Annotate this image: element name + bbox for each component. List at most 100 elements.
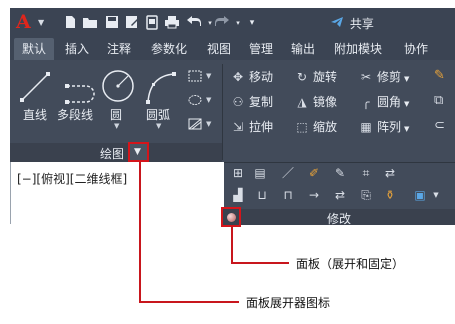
lengthen-icon[interactable]: ／ [280, 165, 296, 181]
callout-line-pin-vertical [231, 227, 233, 263]
tab-collaborate[interactable]: 协作 [396, 38, 436, 60]
match-properties-icon[interactable]: ▤ [252, 165, 268, 181]
boundary-icon[interactable] [188, 118, 202, 130]
draw-panel-title: 绘图 [100, 147, 125, 161]
array-chevron-icon[interactable]: ▼ [404, 125, 409, 133]
print-icon[interactable] [164, 15, 180, 31]
align-icon[interactable]: ⎘ [358, 187, 374, 203]
draw-order-icon[interactable]: ▣ [412, 187, 428, 203]
array-tool[interactable]: ▦ 阵列 ▼ [358, 118, 409, 136]
tab-view[interactable]: 视图 [202, 38, 236, 60]
open-folder-icon[interactable] [82, 15, 98, 31]
new-file-icon[interactable] [62, 15, 78, 31]
mirror-label: 镜像 [313, 95, 338, 109]
offset-icon[interactable]: ⊂ [434, 118, 445, 133]
trim-chevron-icon[interactable]: ▼ [404, 75, 409, 83]
trim-tool[interactable]: ✂ 修剪 ▼ [358, 68, 409, 86]
send-icon [330, 17, 348, 31]
stretch-tool[interactable]: ⇲ 拉伸 [230, 118, 273, 136]
break-at-point-icon[interactable]: ⊓ [280, 187, 296, 203]
expanded-row-2: ▟ ⊔ ⊓ → ⇄ ⎘ ⚱ ▣ ▼ [224, 187, 455, 209]
modify-panel-title: 修改 [327, 212, 352, 226]
tab-parametric[interactable]: 参数化 [144, 38, 194, 60]
circle-label[interactable]: 圆 [110, 106, 122, 123]
boundary-chevron-icon[interactable]: ▼ [206, 120, 211, 128]
line-label[interactable]: 直线 [23, 106, 47, 123]
share-button[interactable]: 共享 [330, 15, 374, 32]
draw-order-chevron-icon[interactable]: ▼ [428, 187, 444, 203]
array-icon: ▦ [360, 120, 372, 134]
polyline-label[interactable]: 多段线 [57, 106, 93, 123]
mirror-icon: ◮ [297, 95, 307, 109]
reverse-icon[interactable]: → [306, 187, 322, 203]
pin-icon [227, 213, 236, 222]
edit-polyline-icon[interactable]: ⊞ [230, 165, 246, 181]
callout-expander-label: 面板展开器图标 [246, 296, 331, 310]
fillet-chevron-icon[interactable]: ▼ [404, 100, 409, 108]
rectangle-icon[interactable] [188, 70, 202, 82]
arc-chevron-icon[interactable]: ▼ [156, 122, 161, 130]
undo-icon[interactable] [186, 15, 202, 31]
callout-pin-label: 面板（展开和固定） [296, 257, 405, 271]
join-icon[interactable]: ▟ [230, 187, 246, 203]
blend-curves-icon[interactable]: ⇄ [382, 165, 398, 181]
callout-line-expander-vertical [139, 162, 141, 302]
hatch-chevron-icon[interactable]: ▼ [206, 96, 211, 104]
expanded-row-1: ⊞ ▤ ／ ✐ ✎ ⌗ ⇄ [224, 165, 455, 187]
tab-default[interactable]: 默认 [14, 38, 54, 60]
tab-output[interactable]: 输出 [286, 38, 320, 60]
viewport-controls[interactable]: [−][俯视][二维线框] [17, 170, 127, 187]
clean-icon[interactable]: ⚱ [382, 187, 398, 203]
move-icon: ✥ [232, 70, 244, 84]
circle-chevron-icon[interactable]: ▼ [114, 122, 119, 130]
stretch-label: 拉伸 [249, 120, 274, 134]
overkill-icon[interactable]: ⇄ [332, 187, 348, 203]
trim-icon: ✂ [360, 70, 372, 84]
expand-chevron-icon: ▼ [134, 147, 141, 157]
explode-icon[interactable]: ⧉ [434, 93, 443, 108]
tab-insert[interactable]: 插入 [60, 38, 94, 60]
fillet-tool[interactable]: ╭ 圆角 ▼ [358, 93, 409, 111]
tab-annotate[interactable]: 注释 [102, 38, 136, 60]
drawing-canvas[interactable]: [−][俯视][二维线框] [10, 162, 225, 224]
trim-label: 修剪 [377, 70, 402, 84]
chamfer-icon[interactable]: ⌗ [358, 165, 374, 181]
save-as-icon[interactable] [124, 15, 140, 31]
copy-tool[interactable]: ⚇ 复制 [230, 93, 273, 111]
web-mobile-icon[interactable] [144, 15, 160, 31]
edit-hatch-icon[interactable]: ✎ [332, 165, 348, 181]
scale-label: 缩放 [313, 120, 338, 134]
edit-spline-icon[interactable]: ✐ [306, 165, 322, 181]
share-label: 共享 [349, 17, 374, 31]
draw-panel: 直线 多段线 圆 ▼ 圆弧 ▼ ▼ ▼ ▼ 绘图 [10, 60, 222, 162]
tab-addins[interactable]: 附加模块 [328, 38, 388, 60]
rotate-tool[interactable]: ↻ 旋转 [294, 68, 337, 86]
erase-icon[interactable]: ✎ [434, 68, 445, 83]
stretch-icon: ⇲ [232, 120, 244, 134]
app-menu-chevron-icon[interactable]: ▼ [38, 18, 44, 27]
callout-line-expander-horizontal [139, 301, 239, 303]
redo-icon[interactable] [214, 15, 230, 31]
tab-manage[interactable]: 管理 [244, 38, 278, 60]
customize-chevron-icon[interactable]: ▾ [244, 15, 260, 31]
mirror-tool[interactable]: ◮ 镜像 [294, 93, 337, 111]
line-icon[interactable] [18, 70, 52, 104]
arc-icon[interactable] [144, 70, 178, 104]
move-tool[interactable]: ✥ 移动 [230, 68, 273, 86]
arc-label[interactable]: 圆弧 [146, 106, 170, 123]
copy-icon: ⚇ [232, 95, 244, 109]
app-logo[interactable]: A [16, 11, 31, 33]
save-icon[interactable] [104, 15, 120, 31]
panel-pin-button[interactable] [221, 207, 241, 227]
rectangle-chevron-icon[interactable]: ▼ [206, 72, 211, 80]
panel-expander-button[interactable]: ▼ [128, 142, 149, 162]
app-window: A ▼ ▾ ▾ ▾ 共享 默认 插入 注释 参数化 视图 管理 输出 附加模块 … [0, 0, 455, 324]
fillet-label: 圆角 [377, 95, 402, 109]
polyline-icon[interactable] [64, 70, 100, 104]
circle-icon[interactable] [100, 68, 136, 104]
fillet-icon: ╭ [362, 95, 370, 109]
scale-tool[interactable]: ⬚ 缩放 [294, 118, 337, 136]
break-icon[interactable]: ⊔ [254, 187, 270, 203]
hatch-icon[interactable] [188, 94, 202, 106]
draw-panel-footer: 绘图 [10, 143, 222, 162]
